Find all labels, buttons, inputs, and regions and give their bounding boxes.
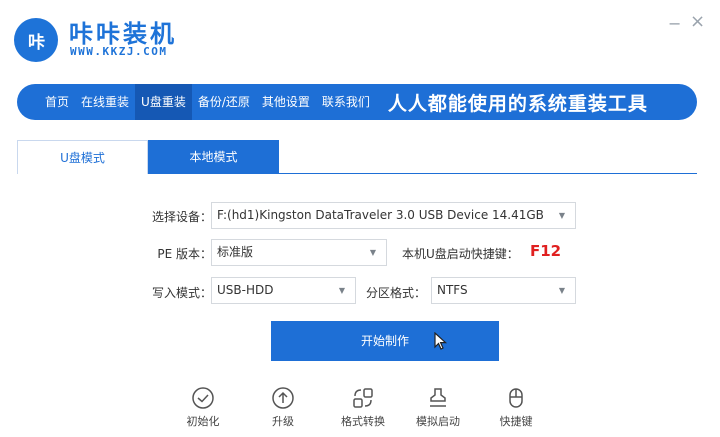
device-select[interactable]: F:(hd1)Kingston DataTraveler 3.0 USB Dev…: [211, 202, 576, 229]
chevron-down-icon: ▼: [369, 248, 376, 257]
pe-version-select[interactable]: 标准版 ▼: [211, 239, 387, 266]
stamp-icon: [430, 388, 446, 407]
hotkey-value: F12: [530, 242, 562, 260]
partition-value: NTFS: [437, 283, 468, 297]
tool-upgrade[interactable]: 升级: [248, 386, 318, 429]
nav-slogan: 人人都能使用的系统重装工具: [387, 92, 648, 115]
tool-format-convert[interactable]: 格式转换: [328, 386, 398, 429]
brand-url: WWW.KKZJ.COM: [70, 45, 168, 58]
tool-simulate-boot[interactable]: 模拟启动: [403, 386, 473, 429]
chevron-down-icon: ▼: [558, 211, 565, 220]
minimize-button[interactable]: −: [668, 16, 681, 32]
nav-item-usb-reinstall[interactable]: U盘重装: [135, 84, 192, 120]
tool-hotkey[interactable]: 快捷键: [481, 386, 551, 429]
start-make-button[interactable]: 开始制作: [271, 321, 499, 361]
nav-item-home[interactable]: 首页: [39, 84, 75, 120]
tool-simulate-boot-label: 模拟启动: [416, 415, 460, 428]
device-select-value: F:(hd1)Kingston DataTraveler 3.0 USB Dev…: [217, 208, 544, 222]
main-nav: 首页 在线重装 U盘重装 备份/还原 其他设置 联系我们 人人都能使用的系统重装…: [17, 84, 697, 120]
write-mode-value: USB-HDD: [217, 283, 274, 297]
tool-format-convert-label: 格式转换: [341, 415, 385, 428]
chevron-down-icon: ▼: [338, 286, 345, 295]
nav-item-contact[interactable]: 联系我们: [316, 84, 376, 120]
write-mode-label: 写入模式：: [151, 286, 212, 300]
check-circle-icon: [192, 387, 214, 409]
pe-version-value: 标准版: [217, 245, 254, 259]
device-label: 选择设备：: [151, 210, 212, 224]
tool-hotkey-label: 快捷键: [499, 415, 533, 428]
nav-item-online-reinstall[interactable]: 在线重装: [75, 84, 135, 120]
tool-initialize-label: 初始化: [186, 415, 220, 428]
app-logo: 咔: [14, 18, 58, 62]
nav-item-backup-restore[interactable]: 备份/还原: [192, 84, 256, 120]
arrow-up-circle-icon: [272, 387, 294, 409]
convert-icon: [353, 388, 373, 408]
tab-usb-mode[interactable]: U盘模式: [17, 140, 148, 174]
chevron-down-icon: ▼: [558, 286, 565, 295]
partition-label: 分区格式：: [366, 286, 427, 300]
partition-select[interactable]: NTFS ▼: [431, 277, 576, 304]
nav-item-other-settings[interactable]: 其他设置: [256, 84, 316, 120]
mouse-cursor-icon: [434, 332, 448, 350]
pe-version-label: PE 版本：: [157, 247, 212, 261]
hotkey-label: 本机U盘启动快捷键：: [402, 247, 519, 261]
tool-upgrade-label: 升级: [272, 415, 294, 428]
tab-local-mode[interactable]: 本地模式: [148, 140, 279, 174]
mouse-icon: [509, 388, 523, 408]
tool-initialize[interactable]: 初始化: [168, 386, 238, 429]
logo-text: 咔: [28, 32, 45, 53]
brand-name: 咔咔装机: [69, 20, 177, 48]
close-button[interactable]: ×: [690, 13, 705, 31]
mode-tabs: U盘模式 本地模式: [17, 140, 697, 174]
write-mode-select[interactable]: USB-HDD ▼: [211, 277, 356, 304]
